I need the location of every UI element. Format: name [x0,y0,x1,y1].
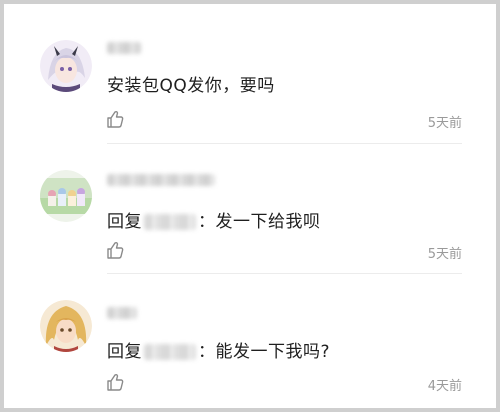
reply-prefix: 回复 [107,212,142,232]
reply-text: 回复 ：能发一下我吗? [107,337,330,362]
thumbs-up-icon[interactable] [105,109,125,129]
reply-content: 能发一下我吗? [215,342,331,362]
username-blurred [107,174,215,186]
reply-text: 回复 ：发一下给我呗 [107,207,321,232]
colon: ： [198,342,216,362]
reply-prefix: 回复 [107,342,142,362]
avatar[interactable] [40,170,92,222]
thumbs-up-icon[interactable] [105,372,125,392]
mention-blurred[interactable] [144,214,196,230]
username-blurred [107,307,137,319]
mention-blurred[interactable] [144,344,196,360]
thumbs-up-icon[interactable] [105,240,125,260]
avatar[interactable] [40,300,92,352]
reply-content: 发一下给我呗 [215,212,321,232]
divider [107,273,462,274]
timestamp: 5天前 [427,116,462,131]
timestamp: 4天前 [427,379,462,394]
avatar[interactable] [40,40,92,92]
username-blurred [107,42,141,54]
divider [107,143,462,144]
timestamp: 5天前 [427,247,462,262]
comment-list: 安装包QQ发你，要吗 5天前 回复 ：发一下给我呗 5天前 回复 ：能发一下我吗… [0,0,500,412]
comment-text: 安装包QQ发你，要吗 [107,76,275,96]
colon: ： [198,212,216,232]
